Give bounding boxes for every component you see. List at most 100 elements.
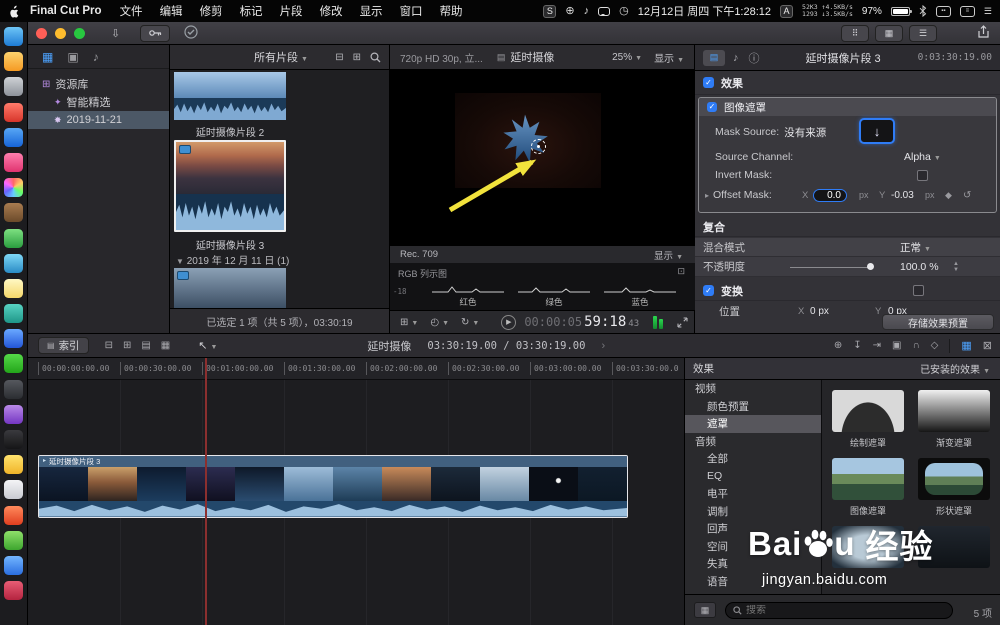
keyboard-layout-icon[interactable]: A xyxy=(780,4,794,18)
timeline-clip[interactable]: ▸ 延时摄像片段 3 xyxy=(38,455,628,518)
notification-center-icon[interactable]: ☰ xyxy=(984,6,992,16)
playhead[interactable] xyxy=(205,358,207,625)
effect-thumb[interactable] xyxy=(918,526,990,568)
video-inspector-tab[interactable]: ▤ xyxy=(703,49,725,66)
display-toggle-icon[interactable]: ▪▪ xyxy=(935,5,951,17)
clip-appearance-icon[interactable]: ▤ xyxy=(141,340,150,351)
fx-category-levels[interactable]: 电平 xyxy=(685,485,821,503)
menu-modify[interactable]: 修改 xyxy=(320,3,343,19)
dock-app-icon[interactable] xyxy=(4,530,23,550)
tab-photos[interactable]: ▣ xyxy=(67,50,78,64)
blend-mode-popup[interactable]: 正常 ▼ xyxy=(900,240,931,255)
source-channel-popup[interactable]: Alpha ▼ xyxy=(904,151,941,163)
dock-app-icon[interactable] xyxy=(4,152,23,172)
dock-app-icon[interactable] xyxy=(4,203,23,223)
installed-effects-popup[interactable]: 已安装的效果 ▼ xyxy=(920,361,990,376)
share-button[interactable] xyxy=(977,24,990,42)
music-note-icon[interactable]: ♪ xyxy=(584,5,590,17)
chat-bubble-icon[interactable] xyxy=(598,6,611,16)
effect-graduated-mask-thumb[interactable] xyxy=(918,390,990,432)
opacity-slider-track[interactable] xyxy=(790,266,872,268)
control-toggle-icon[interactable]: ≡ xyxy=(959,5,975,17)
dock-app-icon[interactable] xyxy=(4,52,23,72)
fx-category-distortion[interactable]: 失真 xyxy=(685,555,821,573)
fx-category-modulation[interactable]: 调制 xyxy=(685,503,821,521)
invert-mask-checkbox[interactable] xyxy=(917,169,928,181)
effects-checkbox[interactable]: ✓ xyxy=(703,77,714,88)
battery-icon[interactable] xyxy=(890,6,912,16)
effects-search-input[interactable] xyxy=(746,605,926,616)
retime-popup[interactable]: ◴ ▼ xyxy=(430,317,449,328)
globe-icon[interactable]: ⊕ xyxy=(565,5,574,17)
disclosure-triangle-icon[interactable]: ▸ xyxy=(705,191,709,200)
dock-app-icon[interactable] xyxy=(4,304,23,324)
image-mask-header[interactable]: ✓ 图像遮罩 xyxy=(699,98,996,116)
loop-popup[interactable]: ↻ ▼ xyxy=(461,317,479,328)
audio-skimming-icon[interactable]: ∩ xyxy=(912,340,919,351)
image-mask-checkbox[interactable]: ✓ xyxy=(707,102,717,112)
menu-help[interactable]: 帮助 xyxy=(440,3,463,19)
audio-inspector-tab[interactable]: ♪ xyxy=(733,52,739,64)
dock-app-icon[interactable] xyxy=(4,178,23,198)
import-media-button[interactable]: ⇩ xyxy=(111,27,120,40)
position-x-value[interactable]: 0 px xyxy=(810,306,829,317)
background-tasks-button[interactable] xyxy=(184,24,198,42)
effect-image-mask-thumb[interactable] xyxy=(832,458,904,500)
opacity-value[interactable]: 100.0 % xyxy=(900,261,939,273)
browser-clip-thumbnail[interactable] xyxy=(174,268,286,308)
viewer-view-popup[interactable]: 显示 ▼ xyxy=(654,50,684,65)
zoom-window-button[interactable] xyxy=(74,27,85,39)
search-icon[interactable] xyxy=(370,51,381,63)
fx-category-voice[interactable]: 语音 xyxy=(685,573,821,591)
sidebar-item-smart-collection[interactable]: ✦ 智能精选 xyxy=(28,93,169,111)
clip-appearance-icon[interactable]: ⊟ xyxy=(105,340,113,351)
effects-browser-icon[interactable]: ▦ xyxy=(961,339,971,352)
effects-grid-toggle-button[interactable]: ▦ xyxy=(694,602,716,618)
tab-music[interactable]: ♪ xyxy=(93,50,99,64)
stepper-icon[interactable]: ▲ ▼ xyxy=(953,261,959,273)
input-method-icon[interactable]: S xyxy=(543,4,557,18)
expand-viewer-icon[interactable] xyxy=(677,316,688,328)
dock-app-icon[interactable] xyxy=(4,354,23,374)
index-button[interactable]: ▤ 索引 xyxy=(38,337,89,354)
close-window-button[interactable] xyxy=(36,27,47,39)
viewer-zoom-popup[interactable]: 25% ▼ xyxy=(612,52,642,63)
media-browser-icon[interactable]: ⊠ xyxy=(983,339,992,352)
menu-file[interactable]: 文件 xyxy=(120,3,143,19)
dock-app-icon[interactable] xyxy=(4,505,23,525)
dock-app-icon[interactable] xyxy=(4,455,23,475)
mask-source-drop-well[interactable]: ↓ xyxy=(859,118,895,144)
effect-shape-mask-thumb[interactable] xyxy=(918,458,990,500)
event-group-row[interactable]: ▼ 2019 年 12 月 11 日 (1) xyxy=(176,252,289,267)
canvas-options-popup[interactable]: ⊞ ▼ xyxy=(400,317,418,328)
dock-app-icon[interactable] xyxy=(4,404,23,424)
dock-app-icon[interactable] xyxy=(4,480,23,500)
timer-icon[interactable]: ◷ xyxy=(619,5,629,17)
fx-category-spaces[interactable]: 空间 xyxy=(685,538,821,556)
fx-category-eq[interactable]: EQ xyxy=(685,468,821,486)
dock-app-icon[interactable] xyxy=(4,581,23,601)
fx-category-audio[interactable]: 音频 xyxy=(685,433,821,451)
append-edit-icon[interactable]: ⇥ xyxy=(873,340,881,351)
dock-app-icon[interactable] xyxy=(4,27,23,46)
browser-clip-thumbnail-selected[interactable] xyxy=(174,140,286,232)
timeline-layout-button[interactable]: ▦ xyxy=(875,24,903,42)
viewer-canvas[interactable] xyxy=(390,70,695,245)
sidebar-item-event[interactable]: ✸ 2019-11-21 xyxy=(28,111,169,129)
offset-y-value[interactable]: -0.03 xyxy=(891,190,914,201)
apple-menu-icon[interactable] xyxy=(8,5,20,18)
network-speed[interactable]: 52K3 ↑4.5KB/s 1293 ↓3.5KB/s xyxy=(802,4,853,18)
keying-tool-button[interactable] xyxy=(140,24,171,42)
video-preview[interactable] xyxy=(455,93,601,188)
offset-x-field[interactable]: 0.0 xyxy=(813,188,847,202)
insert-edit-icon[interactable]: ↧ xyxy=(853,340,861,351)
disclosure-triangle-icon[interactable]: ▼ xyxy=(176,257,184,266)
scope-view-popup[interactable]: 显示 ▼ xyxy=(654,248,683,262)
dock-app-icon[interactable] xyxy=(4,102,23,122)
effect-vignette-mask-thumb[interactable] xyxy=(832,526,904,568)
filmstrip-view-icon[interactable]: ⊟ xyxy=(335,52,343,63)
snapping-icon[interactable]: ◇ xyxy=(931,340,939,351)
project-forward-icon[interactable]: › xyxy=(601,340,605,352)
tool-popup[interactable]: ↖ ▼ xyxy=(198,339,217,352)
minimize-window-button[interactable] xyxy=(55,27,66,39)
